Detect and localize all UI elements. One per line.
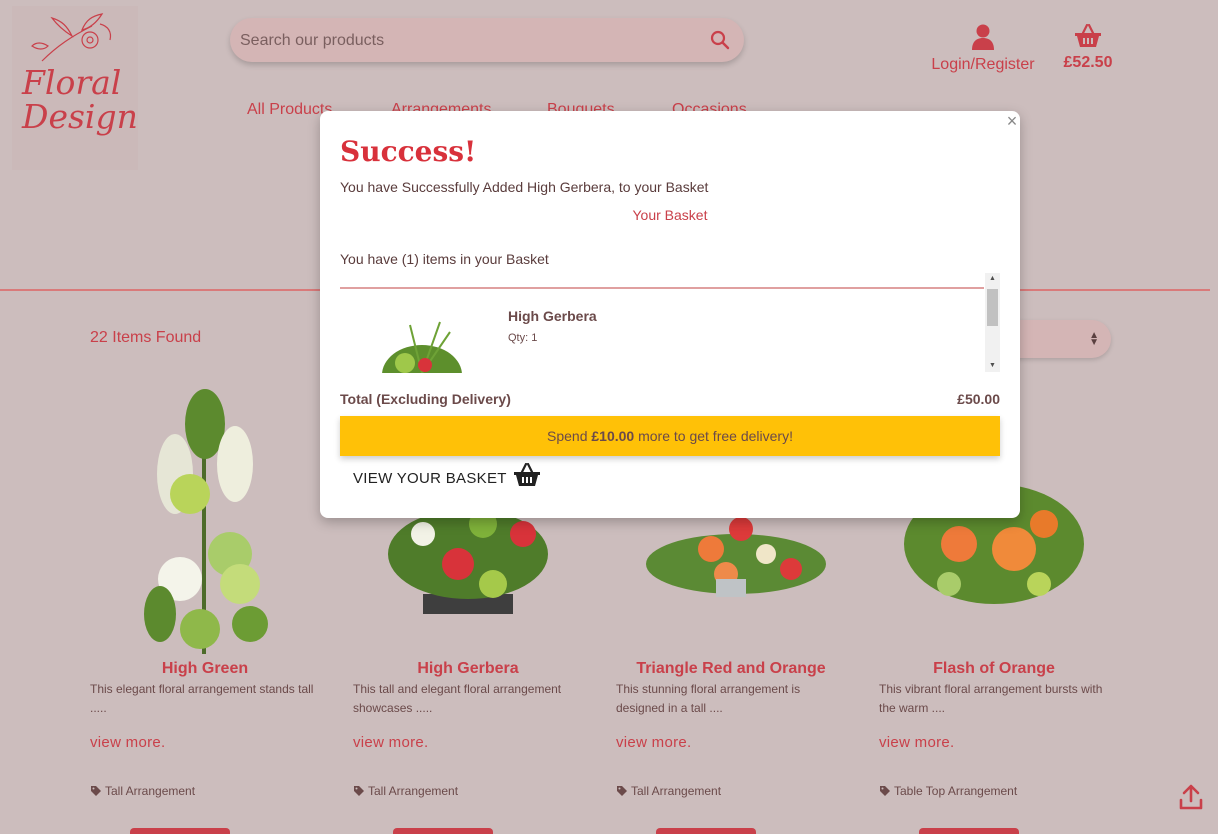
scrollbar[interactable]: ▲ ▼: [985, 273, 1000, 372]
success-modal: × Success! You have Successfully Added H…: [320, 111, 1020, 518]
tag-label: Tall Arrangement: [105, 784, 196, 798]
scroll-down-icon[interactable]: ▼: [985, 360, 1000, 372]
tag-icon: [617, 786, 627, 796]
search-input[interactable]: [238, 26, 692, 56]
account-link[interactable]: Login/Register: [922, 24, 1044, 74]
basket-item-list: High Gerbera Qty: 1: [340, 291, 1000, 373]
total-value: £50.00: [957, 391, 1000, 407]
basket-icon: [1075, 24, 1101, 47]
view-more-link[interactable]: view more.: [879, 734, 955, 751]
view-basket-button[interactable]: VIEW YOUR BASKET: [353, 462, 541, 487]
product-category[interactable]: Tall Arrangement: [353, 784, 458, 798]
select-arrows-icon: ▲ ▼: [1089, 330, 1099, 348]
view-more-link[interactable]: view more.: [90, 734, 166, 751]
view-more-link[interactable]: view more.: [353, 734, 429, 751]
product-title[interactable]: Flash of Orange: [879, 660, 1109, 678]
logo-text: Floral Design: [22, 63, 138, 136]
product-description: This tall and elegant floral arrangement…: [353, 682, 562, 715]
product-description: This stunning floral arrangement is desi…: [616, 682, 801, 715]
product-image[interactable]: [90, 384, 320, 658]
add-to-basket-button[interactable]: [919, 828, 1019, 834]
basket-item-qty: Qty: 1: [508, 332, 538, 344]
tag-label: Table Top Arrangement: [894, 784, 1018, 798]
tag-label: Tall Arrangement: [368, 784, 459, 798]
total-row: Total (Excluding Delivery) £50.00: [340, 391, 1000, 407]
product-card: High Green This elegant floral arrangeme…: [90, 384, 320, 834]
add-to-basket-button[interactable]: [656, 828, 756, 834]
success-message: You have Successfully Added High Gerbera…: [340, 179, 709, 195]
basket-item-name: High Gerbera: [508, 308, 597, 324]
delivery-amount: £10.00: [591, 428, 635, 444]
view-more-link[interactable]: view more.: [616, 734, 692, 751]
account-label: Login/Register: [931, 56, 1035, 73]
product-description: This elegant floral arrangement stands t…: [90, 682, 314, 715]
product-title[interactable]: High Gerbera: [353, 660, 583, 678]
divider: [340, 287, 984, 289]
search-icon[interactable]: [710, 30, 730, 50]
back-to-top-icon[interactable]: [1179, 784, 1203, 810]
tag-label: Tall Arrangement: [631, 784, 722, 798]
results-count: 22 Items Found: [90, 329, 202, 346]
your-basket-link[interactable]: Your Basket: [320, 207, 1020, 223]
free-delivery-banner: Spend £10.00 more to get free delivery!: [340, 416, 1000, 456]
delivery-prefix: Spend: [547, 428, 592, 444]
basket-link[interactable]: £52.50: [1058, 24, 1118, 72]
basket-total: £52.50: [1063, 54, 1113, 71]
close-button[interactable]: ×: [1004, 112, 1020, 130]
basket-item-count: You have (1) items in your Basket: [340, 251, 549, 267]
delivery-suffix: more to get free delivery!: [634, 428, 793, 444]
basket-icon: [513, 462, 540, 486]
product-category[interactable]: Tall Arrangement: [90, 784, 195, 798]
view-basket-label: VIEW YOUR BASKET: [353, 470, 507, 487]
site-logo[interactable]: Floral Design: [12, 6, 138, 170]
scrollbar-thumb[interactable]: [987, 289, 998, 326]
add-to-basket-button[interactable]: [393, 828, 493, 834]
total-label: Total (Excluding Delivery): [340, 391, 511, 407]
product-category[interactable]: Tall Arrangement: [616, 784, 721, 798]
user-icon: [972, 24, 994, 50]
product-thumbnail: [382, 321, 462, 373]
product-description: This vibrant floral arrangement bursts w…: [879, 682, 1103, 715]
scroll-up-icon[interactable]: ▲: [985, 273, 1000, 285]
tag-icon: [354, 786, 364, 796]
add-to-basket-button[interactable]: [130, 828, 230, 834]
product-title[interactable]: Triangle Red and Orange: [616, 660, 846, 678]
modal-heading: Success!: [340, 135, 477, 168]
product-title[interactable]: High Green: [90, 660, 320, 678]
tag-icon: [880, 786, 890, 796]
product-category[interactable]: Table Top Arrangement: [879, 784, 1017, 798]
search-bar: [230, 18, 744, 62]
tag-icon: [91, 786, 101, 796]
